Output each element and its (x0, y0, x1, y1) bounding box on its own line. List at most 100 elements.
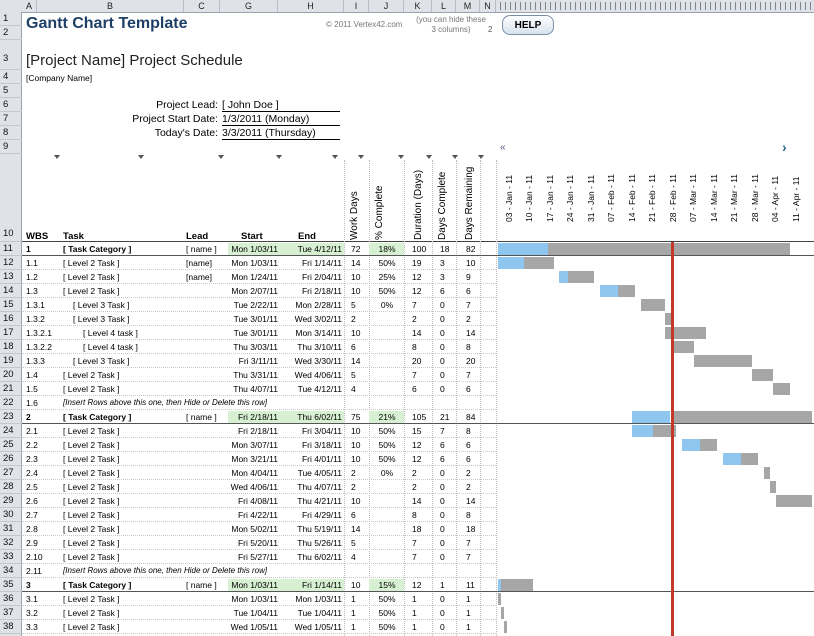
start-date-cell[interactable]: Mon 1/03/11 (222, 242, 278, 256)
task-name-cell[interactable]: [ Task Category ] (63, 410, 183, 424)
row-number[interactable]: 36 (0, 592, 22, 606)
end-date-cell[interactable]: Tue 4/12/11 (280, 242, 342, 256)
start-date-cell[interactable]: Fri 3/11/11 (222, 354, 278, 368)
wbs-cell[interactable]: 2.4 (26, 466, 60, 480)
wbs-cell[interactable]: 3.3 (26, 620, 60, 634)
end-date-cell[interactable]: Fri 3/04/11 (280, 424, 342, 438)
start-date-cell[interactable]: Wed 1/05/11 (222, 620, 278, 634)
row-number[interactable]: 1 (0, 12, 22, 26)
wbs-cell[interactable]: 1 (26, 242, 60, 256)
lead-cell[interactable] (186, 326, 220, 340)
end-date-cell[interactable]: Fri 2/18/11 (280, 284, 342, 298)
row-number[interactable]: 9 (0, 140, 22, 154)
row-number[interactable]: 14 (0, 284, 22, 298)
lead-cell[interactable] (186, 550, 220, 564)
lead-cell[interactable] (186, 494, 220, 508)
row-number[interactable]: 30 (0, 508, 22, 522)
wbs-cell[interactable]: 2.11 (26, 564, 60, 578)
percent-complete-cell[interactable] (372, 326, 402, 340)
end-date-cell[interactable]: Thu 6/02/11 (280, 410, 342, 424)
lead-cell[interactable] (186, 438, 220, 452)
filter-dropdown-icon[interactable] (138, 155, 144, 159)
row-number[interactable]: 8 (0, 126, 22, 140)
task-name-cell[interactable]: [ Level 2 Task ] (63, 592, 183, 606)
project-start-field[interactable]: 1/3/2011 (Monday) (222, 113, 340, 126)
lead-cell[interactable]: [name] (186, 270, 220, 284)
task-name-cell[interactable]: [ Level 2 Task ] (63, 452, 183, 466)
task-name-cell[interactable]: [ Level 2 Task ] (63, 494, 183, 508)
start-date-cell[interactable]: Fri 2/18/11 (222, 424, 278, 438)
wbs-cell[interactable]: 1.3.1 (26, 298, 60, 312)
wbs-cell[interactable]: 2.10 (26, 550, 60, 564)
end-date-cell[interactable]: Fri 4/29/11 (280, 508, 342, 522)
column-header-h[interactable]: H (278, 0, 344, 12)
lead-cell[interactable] (186, 606, 220, 620)
end-date-cell[interactable]: Mon 1/03/11 (280, 592, 342, 606)
start-date-cell[interactable]: Mon 5/02/11 (222, 522, 278, 536)
todays-date-field[interactable]: 3/3/2011 (Thursday) (222, 127, 340, 140)
task-name-cell[interactable]: [ Level 2 Task ] (63, 606, 183, 620)
end-date-cell[interactable]: Thu 6/02/11 (280, 550, 342, 564)
end-date-cell[interactable]: Thu 4/07/11 (280, 480, 342, 494)
percent-complete-cell[interactable]: 50% (372, 452, 402, 466)
row-number[interactable]: 21 (0, 382, 22, 396)
start-date-cell[interactable]: Wed 4/06/11 (222, 480, 278, 494)
wbs-cell[interactable]: 2.7 (26, 508, 60, 522)
row-number[interactable]: 13 (0, 270, 22, 284)
row-number[interactable]: 2 (0, 26, 22, 40)
start-date-cell[interactable]: Mon 2/07/11 (222, 284, 278, 298)
percent-complete-cell[interactable]: 0% (372, 298, 402, 312)
start-date-cell[interactable]: Mon 1/03/11 (222, 578, 278, 592)
start-date-cell[interactable]: Tue 1/04/11 (222, 606, 278, 620)
wbs-cell[interactable]: 3.2 (26, 606, 60, 620)
start-date-cell[interactable]: Mon 4/04/11 (222, 466, 278, 480)
wbs-cell[interactable]: 2.6 (26, 494, 60, 508)
start-date-cell[interactable]: Fri 4/22/11 (222, 508, 278, 522)
lead-cell[interactable] (186, 354, 220, 368)
percent-complete-cell[interactable]: 0% (372, 466, 402, 480)
percent-complete-cell[interactable]: 50% (372, 592, 402, 606)
percent-complete-cell[interactable] (372, 522, 402, 536)
percent-complete-cell[interactable] (372, 312, 402, 326)
row-number[interactable]: 26 (0, 452, 22, 466)
start-date-cell[interactable]: Fri 5/20/11 (222, 536, 278, 550)
percent-complete-cell[interactable] (372, 382, 402, 396)
task-name-cell[interactable]: [ Level 3 Task ] (73, 354, 183, 368)
column-header-m[interactable]: M (456, 0, 480, 12)
start-date-cell[interactable]: Tue 2/22/11 (222, 298, 278, 312)
end-date-cell[interactable]: Thu 3/10/11 (280, 340, 342, 354)
wbs-cell[interactable]: 1.3.2.1 (26, 326, 60, 340)
start-date-cell[interactable]: Tue 3/01/11 (222, 326, 278, 340)
scroll-right-button[interactable]: › (782, 139, 787, 155)
start-date-cell[interactable]: Mon 1/03/11 (222, 592, 278, 606)
task-name-cell[interactable]: [ Task Category ] (63, 578, 183, 592)
end-date-cell[interactable]: Fri 3/18/11 (280, 438, 342, 452)
end-date-cell[interactable]: Mon 2/28/11 (280, 298, 342, 312)
end-date-cell[interactable]: Fri 1/14/11 (280, 256, 342, 270)
column-header-k[interactable]: K (404, 0, 432, 12)
row-number[interactable]: 34 (0, 564, 22, 578)
row-number[interactable]: 37 (0, 606, 22, 620)
row-number[interactable]: 32 (0, 536, 22, 550)
task-name-cell[interactable]: [ Level 2 Task ] (63, 466, 183, 480)
wbs-cell[interactable]: 1.6 (26, 396, 60, 410)
lead-cell[interactable] (186, 480, 220, 494)
percent-complete-cell[interactable]: 25% (372, 270, 402, 284)
end-date-cell[interactable]: Fri 2/04/11 (280, 270, 342, 284)
row-number[interactable]: 5 (0, 84, 22, 98)
percent-complete-cell[interactable] (372, 354, 402, 368)
start-date-cell[interactable]: Mon 3/07/11 (222, 438, 278, 452)
column-header-a[interactable]: A (22, 0, 37, 12)
wbs-cell[interactable]: 2.5 (26, 480, 60, 494)
percent-complete-cell[interactable] (372, 494, 402, 508)
task-name-cell[interactable]: [ Level 2 Task ] (63, 550, 183, 564)
column-header-n[interactable]: N (480, 0, 496, 12)
task-name-cell[interactable]: [ Level 2 Task ] (63, 270, 183, 284)
start-date-cell[interactable]: Thu 3/31/11 (222, 368, 278, 382)
lead-cell[interactable]: [ name ] (186, 578, 220, 592)
percent-complete-cell[interactable] (372, 340, 402, 354)
row-number[interactable]: 25 (0, 438, 22, 452)
percent-complete-cell[interactable]: 18% (372, 242, 402, 256)
task-name-cell[interactable]: [ Level 3 Task ] (73, 298, 183, 312)
percent-complete-cell[interactable]: 50% (372, 620, 402, 634)
